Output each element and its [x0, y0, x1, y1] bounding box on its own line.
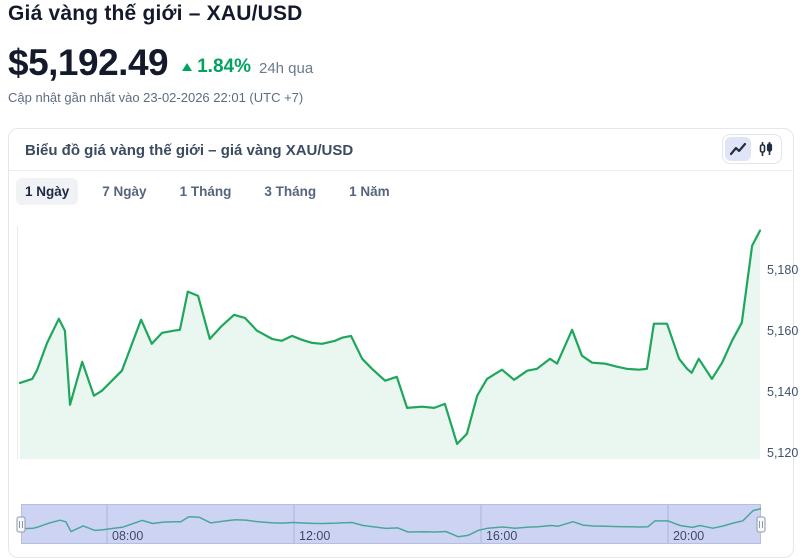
- range-tab-3-thang[interactable]: 3 Tháng: [255, 178, 325, 205]
- chart-card: Biểu đồ giá vàng thế giới – giá vàng XAU…: [8, 128, 794, 558]
- page-title: Giá vàng thế giới – XAU/USD: [8, 2, 303, 26]
- navigator-mini-chart: 08:00 12:00 16:00 20:00: [21, 504, 761, 544]
- navigator-time-label: 20:00: [673, 529, 704, 543]
- range-tab-1-nam[interactable]: 1 Năm: [340, 178, 399, 205]
- chart-type-toggle: [722, 134, 782, 164]
- price-row: $5,192.49 1.84% 24h qua: [8, 42, 313, 84]
- y-axis-tick-label: 5,180: [767, 263, 798, 277]
- y-axis-labels: 5,120 5,140 5,160 5,180: [767, 226, 800, 461]
- y-axis-tick-label: 5,160: [767, 324, 798, 338]
- current-price: $5,192.49: [8, 42, 168, 84]
- up-arrow-icon: [182, 63, 192, 71]
- navigator-time-label: 16:00: [486, 529, 517, 543]
- range-tab-1-ngay[interactable]: 1 Ngày: [16, 178, 78, 205]
- chart-type-line-button[interactable]: [725, 137, 751, 161]
- candlestick-icon: [757, 141, 775, 157]
- price-line-chart: [17, 226, 761, 461]
- range-tab-7-ngay[interactable]: 7 Ngày: [93, 178, 155, 205]
- change-period: 24h qua: [259, 60, 313, 77]
- change-percent: 1.84%: [197, 56, 251, 78]
- y-axis-tick-label: 5,120: [767, 446, 798, 460]
- header-divider: [9, 170, 793, 171]
- last-updated-text: Cập nhật gần nhất vào 23-02-2026 22:01 (…: [8, 90, 303, 105]
- line-chart-icon: [729, 141, 747, 157]
- navigator-scrollbar[interactable]: 08:00 12:00 16:00 20:00: [21, 504, 761, 544]
- y-axis-tick-label: 5,140: [767, 385, 798, 399]
- chart-card-title: Biểu đồ giá vàng thế giới – giá vàng XAU…: [25, 142, 353, 159]
- range-tab-1-thang[interactable]: 1 Tháng: [171, 178, 241, 205]
- price-chart-area[interactable]: [17, 226, 761, 461]
- chart-type-candle-button[interactable]: [753, 137, 779, 161]
- navigator-time-label: 08:00: [112, 529, 143, 543]
- range-tabs: 1 Ngày 7 Ngày 1 Tháng 3 Tháng 1 Năm: [16, 178, 399, 205]
- price-change: 1.84%: [182, 56, 251, 78]
- navigator-time-label: 12:00: [299, 529, 330, 543]
- navigator-left-handle[interactable]: [17, 517, 25, 532]
- navigator-right-handle[interactable]: [757, 517, 765, 532]
